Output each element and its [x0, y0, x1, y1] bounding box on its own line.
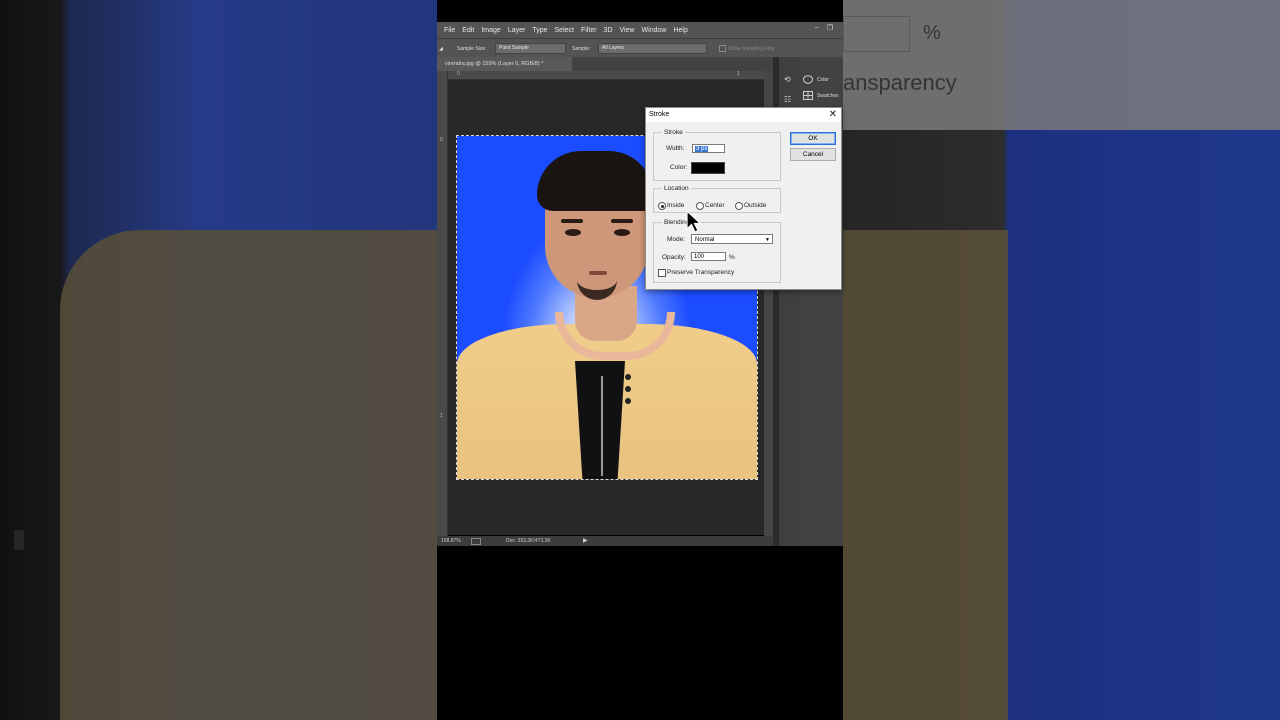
ok-button[interactable]: OK — [790, 132, 836, 145]
location-outside-radio[interactable] — [735, 202, 743, 210]
swatches-grid-icon — [803, 91, 813, 100]
location-center-label[interactable]: Center — [705, 202, 725, 209]
cancel-button[interactable]: Cancel — [790, 148, 836, 161]
vertical-ruler: 0 1 — [437, 71, 448, 536]
dialog-titlebar: Stroke ✕ — [646, 108, 841, 122]
menu-layer[interactable]: Layer — [508, 27, 526, 34]
mode-select[interactable]: Normal ▼ — [691, 234, 773, 244]
doc-size: Doc: 353.3K/473.3K — [506, 538, 551, 544]
stroke-color-swatch[interactable] — [691, 162, 725, 174]
sample-label: Sample: — [572, 46, 591, 52]
mode-label: Mode: — [667, 236, 686, 243]
eyedropper-tool-icon[interactable]: ◢ — [439, 46, 443, 52]
color-label: Color: — [670, 164, 688, 171]
color-palette-icon — [803, 75, 813, 84]
sample-select[interactable]: All Layers — [598, 43, 707, 54]
color-panel-tab[interactable]: Color — [803, 75, 829, 84]
stroke-dialog: Stroke ✕ Stroke Width: 3 px Color: Locat… — [645, 107, 842, 290]
width-input[interactable]: 3 px — [692, 144, 725, 153]
menu-edit[interactable]: Edit — [462, 27, 474, 34]
location-inside-label[interactable]: Inside — [667, 202, 684, 209]
status-preview-icon[interactable] — [471, 538, 481, 545]
options-bar: ◢ Sample Size: Point Sample Sample: All … — [437, 38, 843, 58]
status-menu-arrow-icon[interactable]: ▶ — [583, 537, 588, 544]
restore-icon[interactable]: ❐ — [827, 24, 833, 32]
show-ring-checkbox[interactable] — [719, 45, 726, 52]
location-inside-radio[interactable] — [658, 202, 666, 210]
show-ring-label: Show Sampling Ring — [728, 46, 775, 52]
history-panel-icon[interactable]: ⟲ — [784, 75, 794, 85]
menu-window[interactable]: Window — [642, 27, 667, 34]
status-bar: 158.87% Doc: 353.3K/473.3K ▶ — [437, 536, 773, 546]
sample-size-select[interactable]: Point Sample — [495, 43, 566, 54]
swatches-panel-tab[interactable]: Swatches — [803, 91, 839, 100]
close-icon[interactable]: ✕ — [829, 109, 837, 120]
menu-select[interactable]: Select — [555, 27, 574, 34]
menu-image[interactable]: Image — [481, 27, 500, 34]
location-center-radio[interactable] — [696, 202, 704, 210]
menu-3d[interactable]: 3D — [604, 27, 613, 34]
preserve-transparency-checkbox[interactable] — [658, 269, 666, 277]
minimize-icon[interactable]: – — [815, 24, 819, 32]
document-tab[interactable]: virendra.jpg @ 159% (Layer 0, RGB/8) * — [437, 57, 572, 71]
menu-file[interactable]: File — [444, 27, 455, 34]
menu-filter[interactable]: Filter — [581, 27, 597, 34]
menu-help[interactable]: Help — [673, 27, 687, 34]
opacity-label: Opacity: — [662, 254, 686, 261]
zoom-level[interactable]: 158.87% — [441, 538, 461, 544]
horizontal-ruler: 0 1 — [447, 71, 772, 80]
menu-view[interactable]: View — [620, 27, 635, 34]
properties-panel-icon[interactable]: ☷ — [784, 95, 794, 105]
width-label: Width: — [666, 145, 685, 152]
mouse-cursor-icon — [686, 210, 702, 233]
menu-type[interactable]: Type — [532, 27, 547, 34]
chevron-down-icon: ▼ — [765, 237, 770, 243]
menu-bar: File Edit Image Layer Type Select Filter… — [437, 22, 843, 38]
sample-size-label: Sample Size: — [457, 46, 487, 52]
blurred-background-right: % ansparency — [843, 0, 1280, 720]
window-controls: – ❐ — [815, 24, 833, 32]
location-outside-label[interactable]: Outside — [744, 202, 766, 209]
document-tab-bar: virendra.jpg @ 159% (Layer 0, RGB/8) * — [437, 57, 777, 71]
blurred-background-left — [0, 0, 437, 720]
opacity-unit: % — [729, 254, 735, 261]
opacity-input[interactable]: 100 — [691, 252, 726, 261]
dialog-title: Stroke — [649, 111, 670, 118]
preserve-transparency-label[interactable]: Preserve Transparency — [667, 269, 734, 276]
